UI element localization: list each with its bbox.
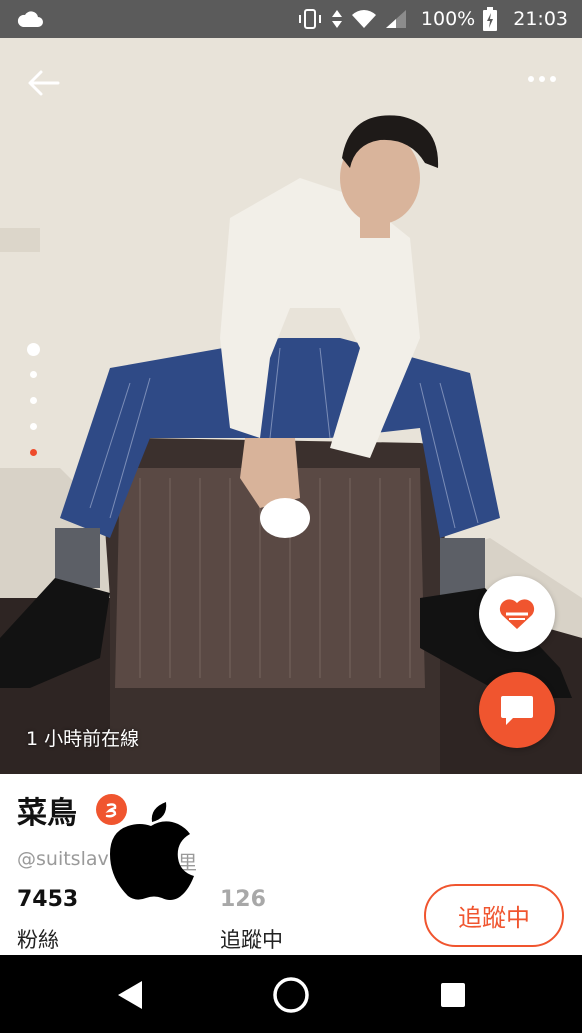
- heart-icon: [499, 599, 535, 629]
- profile-name: 菜鳥: [17, 796, 77, 831]
- profile-handle: @suitslav: [17, 848, 109, 870]
- chat-button[interactable]: [479, 672, 555, 748]
- recents-square-icon[interactable]: [440, 982, 466, 1008]
- following-count[interactable]: 126: [220, 887, 266, 912]
- like-button[interactable]: [479, 576, 555, 652]
- online-status: 1 小時前在線: [26, 728, 140, 750]
- apple-logo-icon: [110, 802, 194, 900]
- profile-info: 菜鳥 @suitslav 里 7453 粉絲 126 追蹤中 追蹤中: [0, 774, 582, 955]
- follow-button[interactable]: 追蹤中: [424, 884, 564, 947]
- data-arrows-icon: [331, 10, 342, 28]
- carousel-dot[interactable]: [30, 397, 37, 404]
- followers-label[interactable]: 粉絲: [17, 924, 59, 954]
- battery-percent: 100%: [420, 8, 476, 30]
- carousel-dot[interactable]: [30, 371, 37, 378]
- profile-photo[interactable]: 1 小時前在線: [0, 38, 582, 774]
- signal-icon: [385, 10, 406, 28]
- back-triangle-icon[interactable]: [116, 979, 144, 1011]
- carousel-dot[interactable]: [30, 423, 37, 430]
- carousel-dot-active[interactable]: [30, 449, 37, 456]
- battery-charging-icon: [483, 7, 498, 31]
- followers-count[interactable]: 7453: [17, 887, 78, 912]
- clock: 21:03: [513, 8, 568, 30]
- system-nav-bar: [0, 955, 582, 1033]
- wifi-icon: [351, 10, 376, 28]
- photo-illustration: [0, 38, 582, 774]
- status-bar: 100% 21:03: [0, 0, 582, 38]
- vibrate-icon: [298, 9, 321, 29]
- following-label[interactable]: 追蹤中: [220, 924, 283, 954]
- more-dots-icon[interactable]: [528, 76, 556, 82]
- back-arrow-icon[interactable]: [26, 68, 60, 98]
- home-circle-icon[interactable]: [272, 976, 310, 1014]
- cloud-icon: [17, 11, 43, 27]
- chat-bubble-icon: [501, 696, 533, 725]
- carousel-dot[interactable]: [27, 343, 40, 356]
